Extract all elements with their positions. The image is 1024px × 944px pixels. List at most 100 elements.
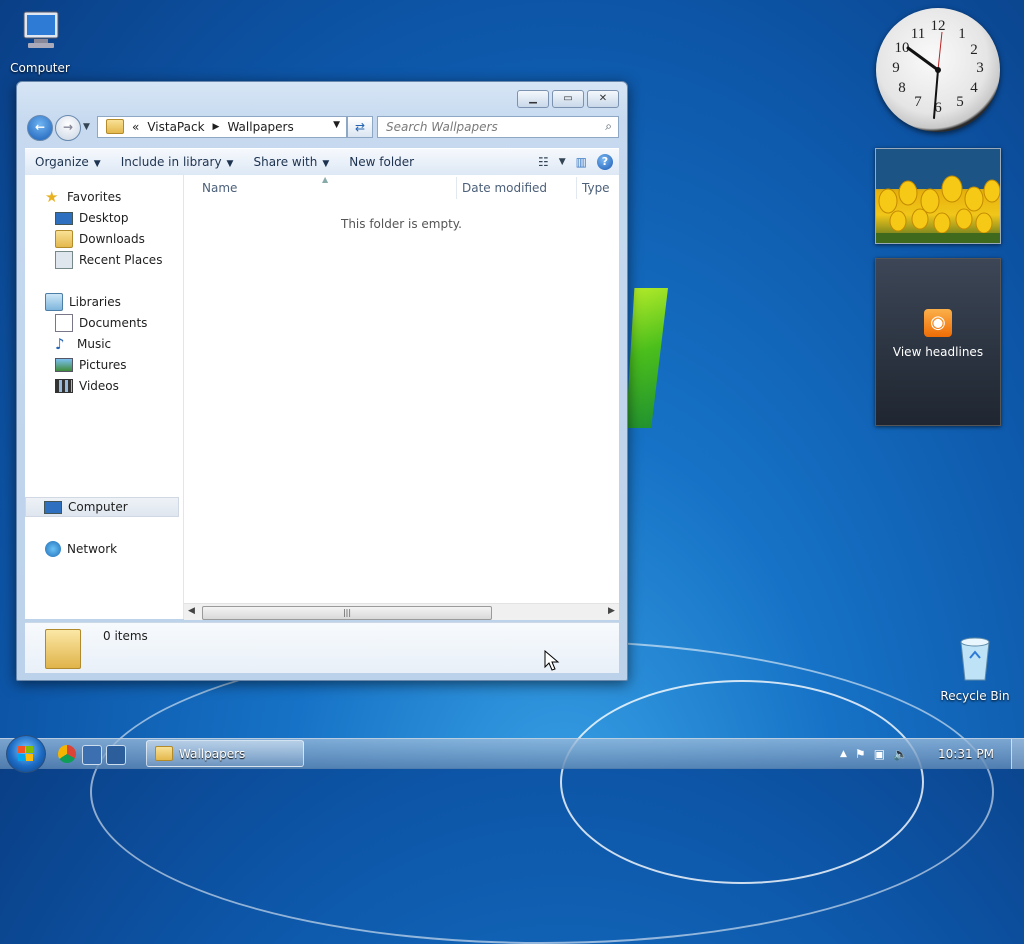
- desktop-icon-recycle-bin[interactable]: Recycle Bin: [935, 636, 1015, 703]
- show-desktop-button[interactable]: [1011, 739, 1024, 769]
- address-overflow-chevron[interactable]: «: [132, 120, 139, 134]
- rss-icon: ◉: [924, 309, 952, 337]
- folder-icon: [155, 746, 173, 761]
- search-input[interactable]: Search Wallpapers: [386, 120, 498, 134]
- nav-label: Documents: [79, 316, 148, 330]
- nav-network[interactable]: Network: [45, 539, 203, 559]
- nav-label: Music: [77, 337, 112, 351]
- documents-icon: [55, 314, 73, 332]
- column-header-date-modified[interactable]: Date modified: [462, 181, 547, 195]
- help-icon[interactable]: ?: [597, 154, 613, 170]
- scrollbar-thumb[interactable]: |||: [202, 606, 492, 620]
- nav-label: Desktop: [79, 211, 129, 225]
- maximize-button[interactable]: ▭: [552, 90, 584, 108]
- scroll-left-icon[interactable]: ◀: [188, 606, 195, 616]
- file-list-pane[interactable]: Name ▲ Date modified Type This folder is…: [184, 175, 619, 620]
- chevron-down-icon: ▼: [93, 159, 101, 169]
- column-header-name[interactable]: Name: [202, 181, 237, 195]
- organize-label: Organize: [35, 155, 89, 169]
- desktop-icon-label: Recycle Bin: [940, 689, 1010, 703]
- nav-label: Downloads: [79, 232, 145, 246]
- volume-muted-icon[interactable]: 🔈: [893, 747, 908, 761]
- close-button[interactable]: ✕: [587, 90, 619, 108]
- nav-computer[interactable]: Computer: [25, 497, 179, 517]
- star-icon: ★: [45, 188, 59, 206]
- search-icon[interactable]: ⌕: [605, 119, 612, 134]
- column-divider[interactable]: [576, 177, 577, 199]
- network-status-icon[interactable]: ▣: [874, 747, 885, 761]
- switch-windows-icon[interactable]: [106, 745, 126, 765]
- system-clock[interactable]: 10:31 PM: [938, 747, 994, 761]
- navigation-pane: ★ Favorites Desktop Downloads Recent Plac…: [25, 175, 184, 619]
- clock-gadget[interactable]: 12 1 2 3 4 5 6 7 8 9 10 11: [876, 8, 1000, 132]
- notification-area: ▲ ⚑ ▣ 🔈: [840, 739, 908, 769]
- recent-places-icon: [55, 251, 73, 269]
- new-folder-button[interactable]: New folder: [339, 155, 424, 169]
- address-dropdown-icon[interactable]: ▼: [333, 120, 340, 130]
- nav-label: Libraries: [69, 295, 121, 309]
- organize-menu[interactable]: Organize ▼: [25, 155, 111, 169]
- nav-libraries[interactable]: Libraries: [45, 292, 203, 312]
- column-header-type[interactable]: Type: [582, 181, 610, 195]
- slideshow-gadget[interactable]: [875, 148, 1001, 244]
- command-bar: Organize ▼ Include in library ▼ Share with…: [25, 148, 619, 176]
- windows-logo-icon: [18, 746, 33, 761]
- network-icon: [45, 541, 61, 557]
- forward-button[interactable]: →: [55, 115, 81, 141]
- nav-label: Videos: [79, 379, 119, 393]
- nav-label: Pictures: [79, 358, 127, 372]
- preview-pane-icon[interactable]: ▥: [576, 155, 587, 169]
- item-count: 0 items: [103, 629, 148, 643]
- explorer-window[interactable]: ▁ ▭ ✕ ← → ▼ « VistaPack ▶ Wallpapers ▼ ⇄…: [16, 81, 628, 681]
- start-button[interactable]: [6, 735, 46, 773]
- search-box[interactable]: Search Wallpapers ⌕: [377, 116, 619, 138]
- breadcrumb-separator-icon[interactable]: ▶: [213, 122, 220, 132]
- recycle-bin-icon: [935, 636, 1015, 685]
- show-hidden-icons-icon[interactable]: ▲: [840, 749, 847, 759]
- nav-label: Computer: [68, 500, 128, 514]
- include-in-library-label: Include in library: [120, 155, 222, 169]
- back-button[interactable]: ←: [27, 115, 53, 141]
- taskbar: Wallpapers ▲ ⚑ ▣ 🔈 10:31 PM: [0, 735, 1024, 773]
- downloads-folder-icon: [55, 230, 73, 248]
- view-headlines-link[interactable]: View headlines: [876, 345, 1000, 359]
- desktop-icon-computer[interactable]: Computer: [0, 8, 80, 75]
- folder-icon: [106, 119, 124, 134]
- new-folder-label: New folder: [349, 155, 415, 169]
- chrome-icon[interactable]: [58, 745, 76, 763]
- address-bar[interactable]: « VistaPack ▶ Wallpapers ▼: [97, 116, 347, 138]
- feed-headlines-gadget[interactable]: ◉ View headlines: [875, 258, 1001, 426]
- desktop-icon: [55, 211, 73, 225]
- tulips-image: [876, 149, 1000, 243]
- computer-icon: [0, 8, 80, 57]
- share-with-label: Share with: [253, 155, 318, 169]
- horizontal-scrollbar[interactable]: ◀ ||| ▶: [184, 603, 619, 620]
- nav-label: Favorites: [67, 190, 122, 204]
- scroll-right-icon[interactable]: ▶: [608, 606, 615, 616]
- change-view-icon[interactable]: ☷: [538, 155, 549, 169]
- chevron-down-icon: ▼: [226, 159, 234, 169]
- mouse-cursor-icon: [544, 650, 560, 671]
- large-folder-icon: [45, 629, 81, 669]
- view-options-dropdown-icon[interactable]: ▼: [559, 157, 566, 167]
- nav-label: Network: [67, 542, 118, 556]
- sort-ascending-icon: ▲: [322, 175, 329, 184]
- wallpaper-logo-shape: [626, 288, 668, 428]
- desktop-icon-label: Computer: [10, 61, 70, 75]
- include-in-library-menu[interactable]: Include in library ▼: [111, 155, 244, 169]
- share-with-menu[interactable]: Share with ▼: [243, 155, 339, 169]
- minimize-button[interactable]: ▁: [517, 90, 549, 108]
- wallpaper-swirl: [560, 680, 924, 884]
- action-center-icon[interactable]: ⚑: [855, 747, 866, 761]
- breadcrumb-wallpapers[interactable]: Wallpapers: [227, 120, 293, 134]
- column-divider[interactable]: [456, 177, 457, 199]
- computer-icon: [44, 500, 62, 514]
- taskbar-button-wallpapers[interactable]: Wallpapers: [146, 740, 304, 767]
- window-controls: ▁ ▭ ✕: [517, 90, 619, 108]
- recent-pages-dropdown[interactable]: ▼: [83, 122, 90, 132]
- clock-hands: [906, 31, 943, 119]
- breadcrumb-vistapack[interactable]: VistaPack: [147, 120, 204, 134]
- show-desktop-icon[interactable]: [82, 745, 102, 765]
- nav-favorites[interactable]: ★ Favorites: [45, 187, 203, 207]
- refresh-button[interactable]: ⇄: [347, 116, 373, 138]
